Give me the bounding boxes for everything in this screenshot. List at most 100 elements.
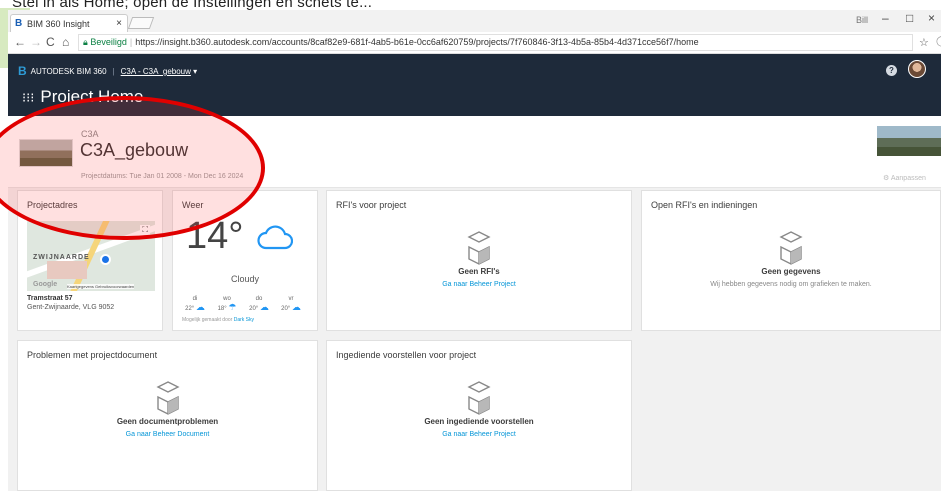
- dashboard: Projectadres ZWIJNAARDE Google Kaartgege…: [8, 188, 941, 491]
- bim360-favicon-icon: B: [15, 18, 23, 29]
- back-icon[interactable]: ←: [14, 35, 26, 49]
- weather-attribution: Mogelijk gemaakt door Dark Sky: [182, 317, 254, 323]
- project-thumbnail: [19, 139, 73, 167]
- overlay-text: Stel in als Home; open de Instellingen e…: [12, 0, 373, 10]
- tab-title: BIM 360 Insight: [27, 19, 90, 29]
- fullscreen-icon[interactable]: ⛶: [140, 225, 150, 235]
- partly-cloudy-icon: ☁: [259, 302, 269, 312]
- current-temperature: 14°: [186, 215, 244, 257]
- project-bar: C3A C3A_gebouw Projectdatums: Tue Jan 01…: [8, 116, 941, 188]
- map-block: [47, 261, 87, 279]
- browser-tabbar: B BIM 360 Insight × Bill – □ ×: [8, 10, 941, 32]
- empty-title: Geen gegevens: [761, 267, 821, 276]
- forecast-day: vr 20° ☁: [275, 295, 307, 313]
- project-subtitle: C3A: [81, 129, 99, 139]
- screenshot: Stel in als Home; open de Instellingen e…: [0, 0, 941, 491]
- forecast-day: di 22° ☁: [179, 295, 211, 313]
- partly-cloudy-icon: ☁: [291, 302, 301, 312]
- card-title: RFI's voor project: [336, 200, 407, 210]
- empty-box-icon: [779, 231, 803, 265]
- forward-icon[interactable]: →: [30, 35, 42, 49]
- page-title-row: ⁝⁝⁝ Project Home: [22, 87, 143, 107]
- empty-title: Geen documentproblemen: [116, 417, 219, 426]
- minimize-icon[interactable]: –: [882, 11, 889, 25]
- empty-title: Geen ingediende voorstellen: [424, 417, 534, 426]
- tab-close-icon[interactable]: ×: [116, 18, 122, 29]
- brand-separator: |: [112, 67, 115, 76]
- forecast-temp: 18°: [217, 306, 227, 312]
- gear-icon: ⚙: [883, 175, 890, 182]
- home-icon[interactable]: ⌂: [62, 35, 69, 49]
- empty-state: Geen ingediende voorstellen Ga naar Behe…: [327, 381, 631, 438]
- address-street: Tramstraat 57: [27, 295, 73, 302]
- weather-condition: Cloudy: [230, 274, 259, 284]
- forecast-day: wo 18° ☂: [211, 295, 243, 313]
- empty-box-icon: [467, 231, 491, 265]
- powered-label: Mogelijk gemaakt door: [182, 317, 233, 323]
- empty-note: Wij hebben gegevens nodig om grafieken t…: [710, 281, 872, 288]
- project-name: C3A_gebouw: [80, 140, 189, 160]
- card-weather: Weer 14° Cloudy di 22° ☁ wo 18° ☂ do 20° ☁ …: [172, 190, 318, 331]
- empty-box-icon: [467, 381, 491, 415]
- window-user-label[interactable]: Bill: [856, 15, 868, 25]
- address-city: Gent-Zwijnaarde, VLG 9052: [27, 304, 115, 311]
- go-to-document-admin-link[interactable]: Ga naar Beheer Document: [18, 431, 317, 438]
- maximize-icon[interactable]: □: [906, 11, 913, 25]
- avatar[interactable]: [908, 60, 926, 78]
- card-title: Problemen met projectdocument: [27, 350, 158, 360]
- overlay-text-strip: Stel in als Home; open de Instellingen e…: [0, 0, 941, 10]
- rain-icon: ☂: [228, 302, 237, 312]
- card-open-rfis: Open RFI's en indieningen Geen gegevens …: [641, 190, 941, 331]
- card-title: Ingediende voorstellen voor project: [336, 350, 477, 360]
- map-data-links[interactable]: Kaartgegevens Gebruiksvoorwaarden: [67, 284, 135, 289]
- chevron-down-icon[interactable]: ▾: [193, 67, 197, 76]
- empty-state: Geen gegevens Wij hebben gegevens nodig …: [642, 231, 940, 288]
- secure-label: Beveiligd: [90, 37, 127, 47]
- module-grid-icon[interactable]: ⁝⁝⁝: [22, 90, 34, 105]
- project-dates: Projectdatums: Tue Jan 01 2008 - Mon Dec…: [81, 173, 244, 180]
- url-text: https://insight.b360.autodesk.com/accoun…: [135, 37, 699, 47]
- page-title: Project Home: [40, 87, 144, 106]
- brand-name[interactable]: AUTODESK BIM 360: [31, 67, 107, 76]
- empty-title: Geen RFI's: [458, 267, 500, 276]
- empty-state: Geen RFI's Ga naar Beheer Project: [327, 231, 631, 288]
- forecast-temp: 22°: [185, 306, 195, 312]
- project-hero-image: [877, 126, 941, 156]
- card-submittals: Ingediende voorstellen voor project Geen…: [326, 340, 632, 491]
- brand-bar: B AUTODESK BIM 360 | C3A - C3A_gebouw ▾: [18, 64, 197, 78]
- reload-icon[interactable]: C: [46, 35, 55, 49]
- extension-icon[interactable]: ◯: [936, 36, 941, 47]
- customize-button[interactable]: ⚙ Aanpassen: [883, 174, 926, 182]
- cloud-icon: [257, 225, 293, 250]
- partly-cloudy-icon: ☁: [195, 302, 205, 312]
- customize-label: Aanpassen: [890, 175, 926, 182]
- project-selector[interactable]: C3A - C3A_gebouw: [121, 67, 191, 76]
- google-logo: Google: [33, 281, 58, 288]
- card-rfis: RFI's voor project Geen RFI's Ga naar Be…: [326, 190, 632, 331]
- forecast-temp: 20°: [281, 306, 291, 312]
- forecast-day: do 20° ☁: [243, 295, 275, 313]
- empty-box-icon: [155, 381, 180, 415]
- card-document-issues: Problemen met projectdocument Geen docum…: [17, 340, 318, 491]
- dark-sky-link[interactable]: Dark Sky: [234, 317, 254, 323]
- card-title: Weer: [182, 200, 204, 210]
- browser-addressbar: ← → C ⌂ 🔒︎ Beveiligd | https://insight.b36…: [8, 32, 941, 54]
- forecast-temp: 20°: [249, 306, 259, 312]
- lock-icon: 🔒︎: [83, 37, 88, 47]
- bookmark-star-icon[interactable]: ☆: [919, 36, 929, 49]
- go-to-project-admin-link[interactable]: Ga naar Beheer Project: [327, 431, 631, 438]
- help-icon[interactable]: ?: [886, 65, 897, 76]
- app-header: B AUTODESK BIM 360 | C3A - C3A_gebouw ▾ ? ⁝…: [8, 54, 941, 116]
- card-title: Projectadres: [27, 200, 78, 210]
- browser-tab[interactable]: B BIM 360 Insight ×: [10, 14, 128, 32]
- new-tab-button[interactable]: [127, 17, 155, 29]
- go-to-project-admin-link[interactable]: Ga naar Beheer Project: [327, 281, 631, 288]
- close-window-icon[interactable]: ×: [928, 11, 935, 25]
- card-title: Open RFI's en indieningen: [651, 200, 758, 210]
- map-pin-icon: [100, 254, 111, 265]
- bim360-logo-icon[interactable]: B: [18, 64, 27, 78]
- url-input[interactable]: 🔒︎ Beveiligd | https://insight.b360.autode…: [78, 34, 913, 51]
- map-area-label: ZWIJNAARDE: [33, 254, 90, 261]
- empty-state: Geen documentproblemen Ga naar Beheer Do…: [18, 381, 317, 438]
- map[interactable]: ZWIJNAARDE Google Kaartgegevens Gebruiks…: [27, 221, 155, 291]
